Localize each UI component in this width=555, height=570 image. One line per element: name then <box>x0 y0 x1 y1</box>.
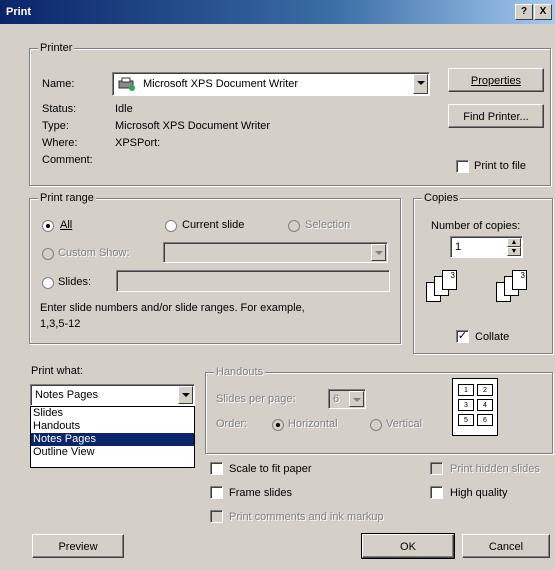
custom-show-select[interactable] <box>163 242 388 263</box>
chevron-down-icon[interactable] <box>413 74 428 94</box>
status-value: Idle <box>115 103 133 115</box>
range-current-radio[interactable] <box>165 220 177 232</box>
range-selection-label: Selection <box>305 219 351 231</box>
title-bar: Print ? X <box>0 0 555 24</box>
comments-label: Print comments and ink markup <box>229 511 384 523</box>
comments-checkbox[interactable] <box>210 510 223 523</box>
order-label: Order: <box>216 418 248 430</box>
high-quality-checkbox[interactable] <box>430 486 443 499</box>
print-what-label: Print what: <box>31 365 83 377</box>
print-what-select[interactable]: Notes Pages <box>30 384 195 406</box>
range-selection-radio[interactable] <box>288 220 300 232</box>
list-item[interactable]: Handouts <box>31 420 194 433</box>
collate-checkbox[interactable]: ✓ <box>456 330 469 343</box>
handout-cell: 3 <box>458 399 474 411</box>
order-horizontal-radio[interactable] <box>272 419 284 431</box>
range-current-label: Current slide <box>182 219 245 231</box>
handout-cell: 4 <box>477 399 493 411</box>
handouts-group: Handouts <box>205 366 553 454</box>
properties-label: Properties <box>470 75 522 87</box>
handout-preview: 1 2 3 4 5 6 <box>452 378 498 436</box>
order-horizontal-label: Horizontal <box>288 418 338 430</box>
chevron-down-icon[interactable] <box>178 386 193 404</box>
range-slides-radio[interactable] <box>42 277 54 289</box>
hidden-slides-checkbox[interactable] <box>430 462 443 475</box>
print-what-listbox: Slides Handouts Notes Pages Outline View <box>30 406 195 468</box>
range-all-label: All <box>60 219 73 231</box>
frame-checkbox[interactable] <box>210 486 223 499</box>
list-item[interactable]: Slides <box>31 407 194 420</box>
dialog-title: Print <box>6 6 32 18</box>
print-to-file-label: Print to file <box>474 160 526 172</box>
scale-label: Scale to fit paper <box>229 463 312 475</box>
print-to-file-checkbox[interactable] <box>456 160 469 173</box>
cancel-button[interactable]: Cancel <box>462 534 550 558</box>
properties-button[interactable]: Properties <box>448 68 544 92</box>
copies-legend: Copies <box>422 192 461 204</box>
type-value: Microsoft XPS Document Writer <box>115 120 271 132</box>
scale-checkbox[interactable] <box>210 462 223 475</box>
chevron-down-icon[interactable] <box>349 391 364 407</box>
high-quality-label: High quality <box>450 487 508 499</box>
printer-name-select[interactable]: Microsoft XPS Document Writer <box>112 72 430 96</box>
list-item[interactable]: Outline View <box>31 446 194 459</box>
handout-cell: 5 <box>458 414 474 426</box>
chevron-down-icon[interactable] <box>371 244 386 261</box>
printer-icon <box>117 77 137 91</box>
range-custom-radio[interactable] <box>42 248 54 260</box>
find-printer-label: Find Printer... <box>463 111 529 123</box>
ok-button[interactable]: OK <box>361 533 455 559</box>
page-icon: 3 <box>442 270 457 290</box>
where-label: Where: <box>42 137 78 149</box>
help-button[interactable]: ? <box>515 4 533 20</box>
range-hint: Enter slide numbers and/or slide ranges.… <box>40 302 305 314</box>
list-item[interactable]: Notes Pages <box>31 433 194 446</box>
spin-down-icon[interactable]: ▼ <box>507 247 521 256</box>
printer-legend: Printer <box>38 42 75 54</box>
printer-name-value: Microsoft XPS Document Writer <box>143 78 299 90</box>
spin-up-icon[interactable]: ▲ <box>507 238 521 247</box>
slides-input[interactable] <box>116 270 390 292</box>
comment-label: Comment: <box>42 154 93 166</box>
slides-per-page-value: 6 <box>333 393 340 405</box>
handout-cell: 1 <box>458 384 474 396</box>
copies-number-input[interactable]: 1 ▲ ▼ <box>450 236 523 258</box>
hidden-slides-label: Print hidden slides <box>450 463 540 475</box>
order-vertical-radio[interactable] <box>370 419 382 431</box>
preview-label: Preview <box>58 541 98 553</box>
ok-label: OK <box>400 541 416 553</box>
print-what-value: Notes Pages <box>35 389 98 401</box>
find-printer-button[interactable]: Find Printer... <box>448 104 544 128</box>
copies-number-label: Number of copies: <box>431 220 521 232</box>
collate-label: Collate <box>475 331 510 343</box>
printer-name-label: Name: <box>42 78 75 90</box>
slides-per-page-select[interactable]: 6 <box>328 389 366 409</box>
print-dialog: Print ? X Printer Name: Microsoft XPS Do… <box>0 0 555 570</box>
handout-cell: 6 <box>477 414 493 426</box>
page-number: 3 <box>520 271 525 280</box>
range-slides-label: Slides: <box>58 276 92 288</box>
order-vertical-label: Vertical <box>386 418 423 430</box>
page-number: 3 <box>450 271 455 280</box>
handout-cell: 2 <box>477 384 493 396</box>
handouts-legend: Handouts <box>214 366 266 378</box>
close-button[interactable]: X <box>534 4 552 20</box>
type-label: Type: <box>42 120 69 132</box>
range-all-radio[interactable] <box>42 220 54 232</box>
cancel-label: Cancel <box>488 541 524 553</box>
copies-number-value: 1 <box>455 241 462 253</box>
page-icon: 3 <box>512 270 527 290</box>
range-custom-label: Custom Show: <box>58 247 130 259</box>
print-range-legend: Print range <box>38 192 96 204</box>
status-label: Status: <box>42 103 77 115</box>
slides-per-page-label: Slides per page: <box>216 393 296 405</box>
where-value: XPSPort: <box>115 137 161 149</box>
frame-label: Frame slides <box>229 487 292 499</box>
range-hint-example: 1,3,5-12 <box>40 318 81 330</box>
preview-button[interactable]: Preview <box>32 534 124 558</box>
